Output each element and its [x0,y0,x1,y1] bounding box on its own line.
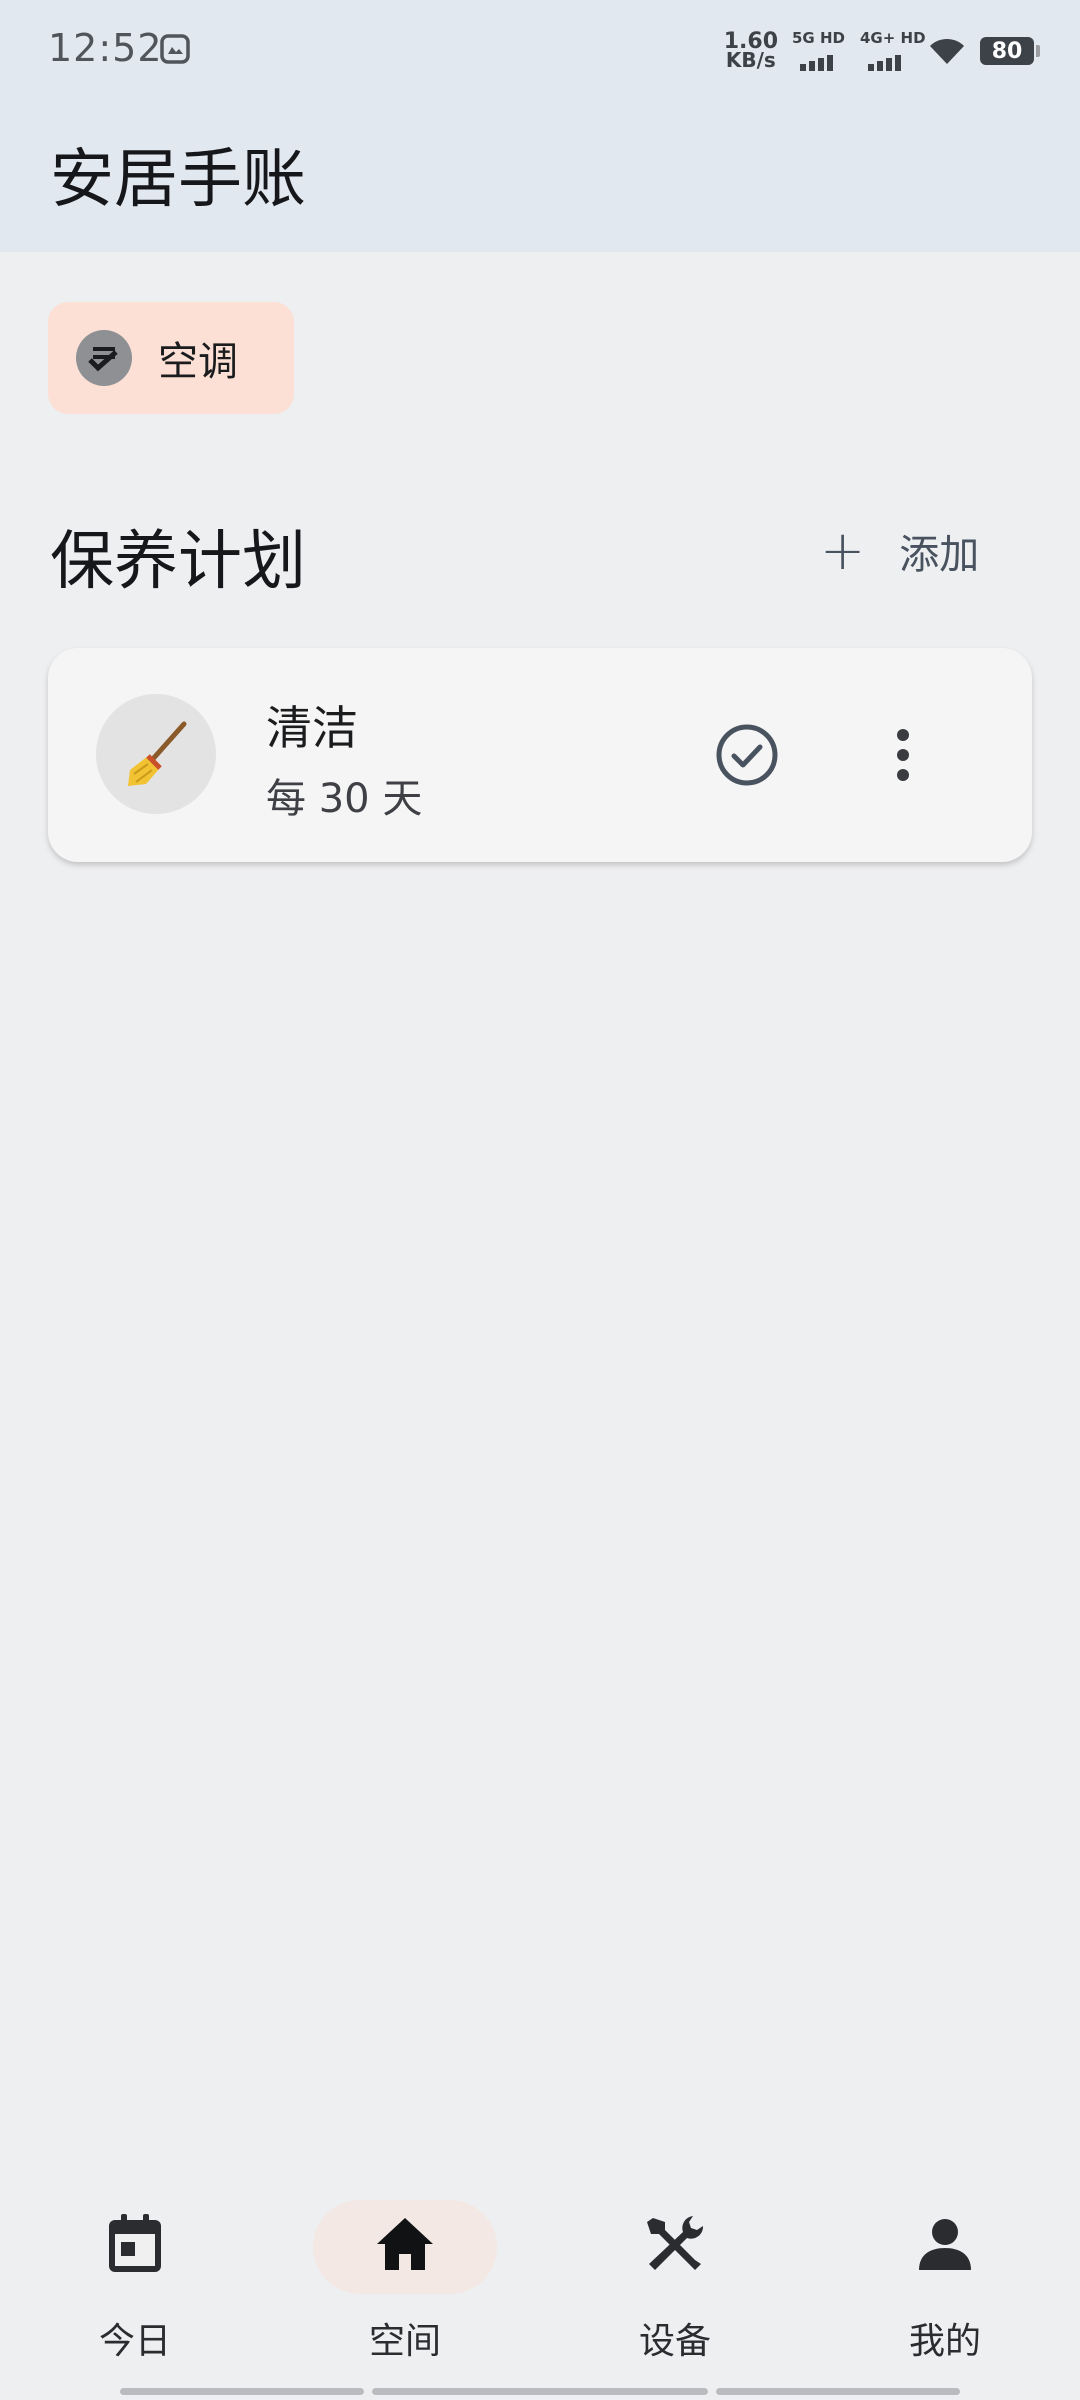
nav-label: 空间 [368,2321,441,2362]
checklist-icon [76,330,132,386]
plan-card[interactable]: 清洁 每 30 天 [48,648,1032,862]
wifi-icon [930,38,964,64]
chip-label: 空调 [158,339,238,385]
gesture-bar-segment [372,2388,708,2395]
status-time: 12:52 [48,26,163,70]
nav-label: 我的 [908,2321,981,2362]
nav-item-space[interactable]: 空间 [270,2176,540,2400]
top-app-bar: 12:52 1.60 KB/s 5G HD 4G+ HD 80 安居手账 [0,0,1080,252]
more-vert-icon[interactable] [868,720,938,790]
bottom-navigation: 今日 空间 设备 我的 [0,2176,1080,2400]
check-circle-icon[interactable] [712,720,782,790]
space-chip-aircon[interactable]: 空调 [48,302,294,414]
plus-icon: + [820,519,866,582]
network-speed: 1.60 KB/s [723,29,778,72]
status-icons: 1.60 KB/s 5G HD 4G+ HD 80 [723,26,1040,76]
tools-icon [647,2216,704,2270]
calendar-icon [109,2214,161,2272]
nav-item-devices[interactable]: 设备 [540,2176,810,2400]
nav-label: 今日 [98,2321,171,2362]
gesture-bar-segment [716,2388,960,2395]
page-title: 安居手账 [50,143,306,217]
add-label: 添加 [899,532,980,578]
nav-item-today[interactable]: 今日 [0,2176,270,2400]
signal-5g-icon: 5G HD [792,29,846,73]
home-icon [377,2218,433,2270]
gallery-notification-icon [160,34,190,64]
broom-icon [96,694,216,814]
signal-4g-icon: 4G+ HD [860,29,926,73]
person-icon [919,2219,971,2270]
section-title: 保养计划 [50,525,306,599]
battery-icon: 80 [980,37,1040,65]
plan-frequency: 每 30 天 [266,776,423,822]
gesture-bar-segment [120,2388,364,2395]
plan-name: 清洁 [266,701,358,755]
nav-label: 设备 [638,2321,711,2362]
nav-item-mine[interactable]: 我的 [810,2176,1080,2400]
add-plan-button[interactable]: + 添加 [820,516,979,586]
